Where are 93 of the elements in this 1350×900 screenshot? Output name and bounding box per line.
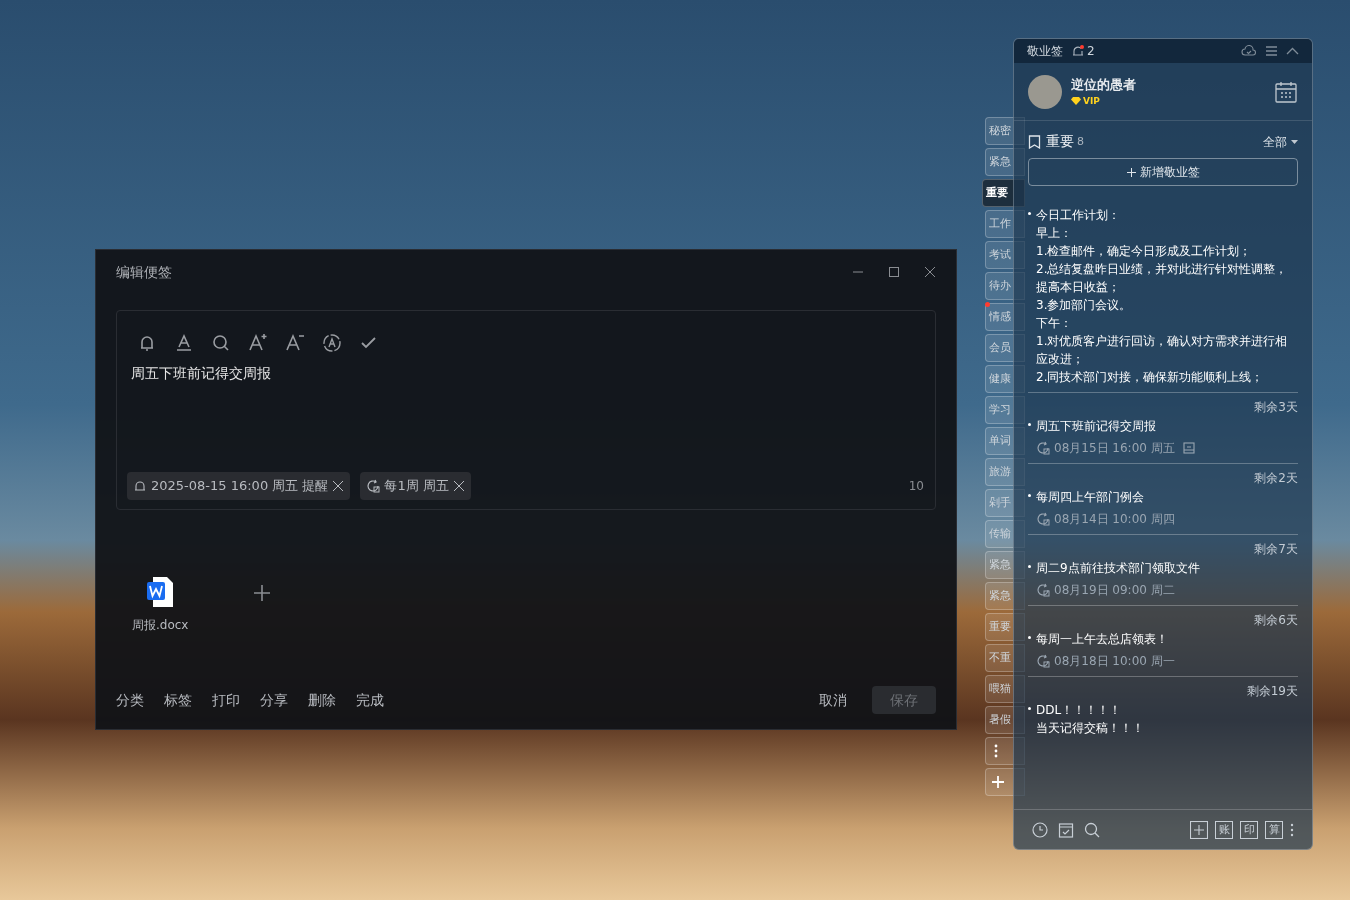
bell-icon: [133, 479, 147, 493]
bullet-icon: [1028, 423, 1031, 426]
attachment-icon: [1182, 442, 1195, 454]
caret-icon: [1291, 139, 1298, 144]
action-button[interactable]: 删除: [308, 689, 336, 711]
remaining-days: 剩余7天: [1254, 541, 1298, 557]
remove-icon[interactable]: [332, 480, 345, 492]
note-item[interactable]: 剩余19天 DDL！！！！！ 当天记得交稿！！！: [1028, 679, 1298, 743]
maximize-icon[interactable]: [888, 266, 900, 278]
action-button[interactable]: 分享: [260, 689, 288, 711]
bullet-icon: [1028, 707, 1031, 710]
note-text: 下午：: [1036, 315, 1073, 332]
note-item[interactable]: 剩余7天 周二9点前往技术部门领取文件 08月19日 09:00 周二: [1028, 537, 1298, 606]
note-time: 08月19日 09:00 周二: [1054, 582, 1175, 599]
add-icon[interactable]: [1190, 820, 1208, 839]
cancel-button[interactable]: 取消: [819, 689, 847, 711]
calendar-icon[interactable]: [1274, 79, 1298, 104]
character-count: 10: [908, 478, 924, 495]
tool-button[interactable]: 账: [1215, 820, 1233, 839]
action-button[interactable]: 打印: [212, 689, 240, 711]
bookmark-icon: [1028, 134, 1041, 149]
note-text: 早上：: [1036, 225, 1073, 242]
bullet-icon: [1028, 212, 1031, 215]
repeat-icon: [1036, 512, 1050, 526]
repeat-icon: [366, 479, 381, 493]
note-text: 周五下班前记得交周报: [1036, 418, 1156, 435]
remaining-days: 剩余6天: [1254, 612, 1298, 628]
more-icon: [994, 744, 998, 758]
action-button[interactable]: 完成: [356, 689, 384, 711]
note-item[interactable]: 剩余6天 每周一上午去总店领表！ 08月18日 10:00 周一: [1028, 608, 1298, 677]
filter-dropdown[interactable]: 全部: [1263, 132, 1298, 151]
close-icon[interactable]: [924, 266, 936, 278]
bell-icon[interactable]: [1071, 44, 1085, 58]
note-time: 08月14日 10:00 周四: [1054, 511, 1175, 528]
category-name: 重要: [1046, 132, 1074, 151]
avatar[interactable]: [1028, 74, 1062, 109]
note-content[interactable]: 周五下班前记得交周报: [127, 363, 925, 384]
note-text: 2.总结复盘昨日业绩，并对此进行针对性调整，提高本日收益；: [1036, 261, 1289, 296]
search-icon[interactable]: [1084, 821, 1100, 838]
note-time: 08月18日 10:00 周一: [1054, 653, 1175, 670]
calendar-check-icon[interactable]: [1058, 821, 1074, 838]
app-name: 敬业签: [1027, 43, 1063, 60]
repeat-icon: [1036, 654, 1050, 668]
note-text: 周二9点前往技术部门领取文件: [1036, 560, 1200, 577]
attachment-file[interactable]: 周报.docx: [132, 576, 189, 634]
bullet-icon: [1028, 636, 1031, 639]
note-item[interactable]: 剩余2天 每周四上午部门例会 08月14日 10:00 周四: [1028, 466, 1298, 535]
chip-label: 每1周 周五: [384, 477, 449, 496]
menu-icon[interactable]: [1265, 45, 1278, 57]
cloud-sync-icon[interactable]: [1241, 44, 1257, 58]
word-document-icon: [145, 576, 176, 608]
attachment-name: 周报.docx: [132, 617, 189, 634]
note-text: 3.参加部门会议。: [1036, 297, 1133, 314]
diamond-icon: [1071, 97, 1081, 106]
bullet-icon: [1028, 565, 1031, 568]
note-text: 每周四上午部门例会: [1036, 489, 1144, 506]
chip-label: 2025-08-15 16:00 周五 提醒: [151, 477, 329, 496]
note-count: 8: [1077, 134, 1084, 151]
note-text: 2.同技术部门对接，确保新功能顺利上线；: [1036, 369, 1265, 386]
action-button[interactable]: 分类: [116, 689, 144, 711]
user-name: 逆位的愚者: [1071, 76, 1136, 94]
note-item[interactable]: 剩余3天 周五下班前记得交周报 08月15日 16:00 周五: [1028, 395, 1298, 464]
tool-button[interactable]: 印: [1240, 820, 1258, 839]
text-recognition-icon[interactable]: [320, 331, 344, 355]
tool-button[interactable]: 算: [1265, 820, 1283, 839]
remove-icon[interactable]: [452, 480, 465, 492]
note-text: 今日工作计划：: [1036, 207, 1121, 224]
reminder-chip[interactable]: 2025-08-15 16:00 周五 提醒: [127, 472, 351, 500]
note-text: DDL！！！！！: [1036, 702, 1123, 719]
add-note-button[interactable]: 新增敬业签: [1028, 158, 1298, 186]
window-title: 编辑便签: [116, 262, 172, 282]
note-text: 当天记得交稿！！！: [1036, 720, 1144, 737]
vip-label: VIP: [1071, 94, 1136, 108]
plus-icon: [992, 776, 1004, 788]
repeat-icon: [1036, 441, 1050, 455]
remaining-days: 剩余2天: [1254, 470, 1298, 486]
note-time: 08月15日 16:00 周五: [1054, 440, 1175, 457]
plus-icon: [1126, 167, 1136, 177]
note-text: 1.对优质客户进行回访，确认对方需求并进行相应改进；: [1036, 333, 1289, 368]
remaining-days: 剩余3天: [1254, 399, 1298, 415]
note-text: 1.检查邮件，确定今日形成及工作计划；: [1036, 243, 1253, 260]
note-text: 每周一上午去总店领表！: [1036, 631, 1168, 648]
more-icon[interactable]: [1290, 822, 1294, 837]
notification-count: 2: [1087, 43, 1095, 60]
collapse-icon[interactable]: [1286, 45, 1299, 57]
repeat-chip[interactable]: 每1周 周五: [360, 472, 471, 500]
action-button[interactable]: 标签: [164, 689, 192, 711]
repeat-icon: [1036, 583, 1050, 597]
remaining-days: 剩余19天: [1246, 683, 1298, 699]
note-item[interactable]: 今日工作计划： 早上： 1.检查邮件，确定今日形成及工作计划； 2.总结复盘昨日业绩，并对此进行针对性调整，提高本日收益； 3.参加部门会议。 下午： 1.对优质客户进行回访，确认对方需求并进行相应改进； 2.同技术部门对接，确保新功能顺利上线；: [1028, 206, 1298, 393]
clock-icon[interactable]: [1032, 821, 1048, 838]
bullet-icon: [1028, 494, 1031, 497]
add-attachment-icon[interactable]: [252, 583, 273, 603]
